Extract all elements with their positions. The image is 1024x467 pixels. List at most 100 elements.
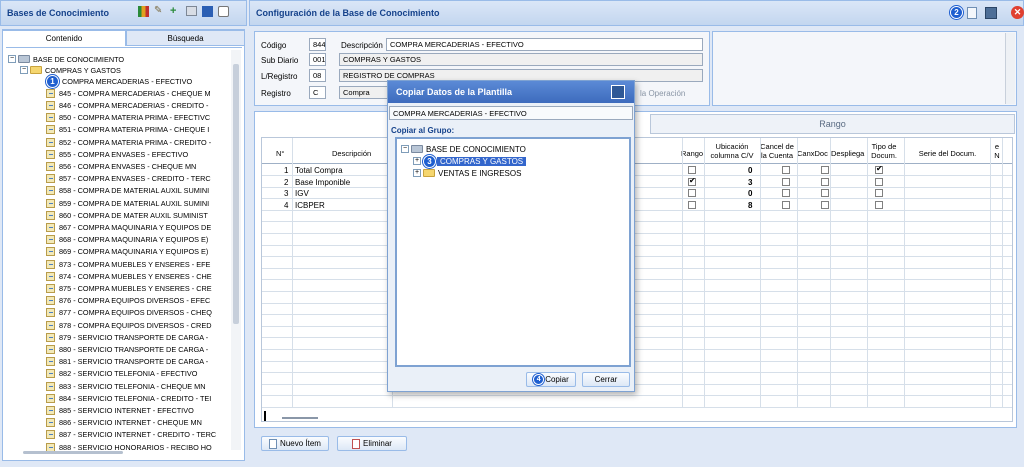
tree-item-label: 884 - SERVICIO TELEFONIA - CREDITO - TEI — [59, 393, 212, 403]
row-number: 3 — [284, 189, 289, 199]
delete-button[interactable]: Eliminar — [337, 436, 407, 451]
cancel-checkbox[interactable] — [782, 189, 790, 198]
dialog-tree-root[interactable]: − BASE DE CONOCIMIENTO — [401, 143, 526, 155]
tree-item[interactable]: 845 - COMPRA MERCADERIAS - CHEQUE M — [46, 87, 211, 99]
tree-item[interactable]: 876 - COMPRA EQUIPOS DIVERSOS - EFEC — [46, 295, 210, 307]
tree-item-label: 878 - COMPRA EQUIPOS DIVERSOS - CRED — [59, 320, 212, 330]
descripcion-field[interactable]: COMPRA MERCADERIAS - EFECTIVO — [386, 38, 703, 51]
tree-item[interactable]: 851 - COMPRA MATERIA PRIMA - CHEQUE I — [46, 124, 209, 136]
tree-item[interactable]: 868 - COMPRA MAQUINARIA Y EQUIPOS E) — [46, 234, 208, 246]
rango-checkbox[interactable] — [688, 166, 696, 174]
print-icon[interactable] — [186, 6, 197, 16]
tree-item[interactable]: 867 - COMPRA MAQUINARIA Y EQUIPOS DE — [46, 221, 211, 233]
collapse-icon[interactable]: − — [401, 145, 409, 153]
tree-item[interactable]: 852 - COMPRA MATERIA PRIMA - CREDITO - — [46, 136, 211, 148]
save-icon[interactable] — [985, 6, 997, 19]
tree-item-label: 857 - COMPRA ENVASES - CREDITO - TERC — [59, 174, 211, 184]
tree-item[interactable]: 860 - COMPRA DE MATER AUXIL SUMINIST — [46, 209, 208, 221]
dialog-tree-group2[interactable]: + VENTAS E INGRESOS — [413, 167, 521, 179]
grid-h-scroll[interactable] — [282, 417, 318, 419]
tree-item[interactable]: 886 - SERVICIO INTERNET - CHEQUE MN — [46, 417, 202, 429]
expand-icon[interactable]: + — [413, 169, 421, 177]
rango-checkbox[interactable] — [688, 200, 696, 209]
data-grid: N° Descripción Rango Ubicación columna C… — [261, 137, 1013, 422]
tree-item[interactable]: 859 - COMPRA DE MATERIAL AUXIL SUMINI — [46, 197, 209, 209]
tree-item-label: 858 - COMPRA DE MATERIAL AUXIL SUMINI — [59, 186, 210, 196]
tree-item-label: 851 - COMPRA MATERIA PRIMA - CHEQUE I — [59, 125, 210, 135]
tree-item[interactable]: 869 - COMPRA MAQUINARIA Y EQUIPOS E) — [46, 246, 208, 258]
tree-item[interactable]: 883 - SERVICIO TELEFONIA - CHEQUE MN — [46, 380, 206, 392]
tree-item[interactable]: 857 - COMPRA ENVASES - CREDITO - TERC — [46, 173, 211, 185]
canxdoc-checkbox[interactable] — [821, 189, 829, 198]
dialog-exit-icon[interactable] — [611, 85, 625, 99]
tree-item[interactable]: 856 - COMPRA ENVASES - CHEQUE MN — [46, 160, 196, 172]
despliega-checkbox[interactable] — [875, 189, 883, 198]
cancel-checkbox[interactable] — [782, 200, 790, 209]
tree-item[interactable]: 882 - SERVICIO TELEFONIA - EFECTIVO — [46, 368, 197, 380]
root-icon — [18, 55, 30, 63]
add-icon[interactable]: + — [170, 6, 181, 17]
expand-icon[interactable] — [202, 6, 213, 17]
close-icon[interactable]: ✕ — [1011, 6, 1024, 19]
tree-item[interactable]: 1 COMPRA MERCADERIAS - EFECTIVO — [46, 74, 192, 88]
tree-item[interactable]: 885 - SERVICIO INTERNET - EFECTIVO — [46, 404, 194, 416]
copy-template-icon[interactable] — [967, 6, 977, 19]
new-item-icon — [269, 438, 278, 449]
scroll-thumb[interactable] — [233, 64, 239, 324]
tree-item[interactable]: 858 - COMPRA DE MATERIAL AUXIL SUMINI — [46, 185, 209, 197]
table-row[interactable]: 4 ICBPER 8 — [262, 200, 1012, 211]
tree-item[interactable]: 887 - SERVICIO INTERNET - CREDITO - TERC — [46, 429, 216, 441]
tree-item[interactable]: 877 - COMPRA EQUIPOS DIVERSOS - CHEQ — [46, 307, 212, 319]
canxdoc-checkbox[interactable] — [821, 177, 829, 186]
step-badge-3: 3 — [423, 154, 436, 168]
edit-icon[interactable]: ✎ — [154, 6, 165, 17]
new-item-button[interactable]: Nuevo Ítem — [261, 436, 329, 451]
row-number: 4 — [284, 200, 289, 210]
table-row[interactable]: 3 IGV 0 — [262, 188, 1012, 199]
copy-button[interactable]: 4 Copiar — [526, 372, 576, 387]
tab-contenido[interactable]: Contenido — [2, 30, 126, 46]
h-scroll-thumb[interactable] — [23, 451, 123, 454]
chart-icon[interactable] — [138, 6, 149, 17]
rango-checkbox[interactable] — [688, 189, 696, 198]
document-icon — [46, 235, 55, 245]
lregistro-field[interactable]: 08 — [309, 69, 326, 82]
tree-item[interactable]: 879 - SERVICIO TRANSPORTE DE CARGA - — [46, 331, 208, 343]
tab-busqueda[interactable]: Búsqueda — [126, 30, 245, 46]
row-ubicacion: 8 — [748, 200, 753, 210]
codigo-field[interactable]: 844 — [309, 38, 326, 51]
table-row[interactable]: 1 Total Compra 0 — [262, 164, 1012, 176]
rango-checkbox[interactable] — [688, 176, 696, 186]
cancel-checkbox[interactable] — [782, 166, 790, 174]
col-descripcion: Descripción — [332, 149, 372, 158]
tree-item[interactable]: 875 - COMPRA MUEBLES Y ENSERES - CRE — [46, 282, 212, 294]
notes-scrollbar[interactable] — [1005, 33, 1015, 104]
tree-item[interactable]: 873 - COMPRA MUEBLES Y ENSERES - EFE — [46, 258, 210, 270]
canxdoc-checkbox[interactable] — [821, 166, 829, 174]
tree-item[interactable]: 855 - COMPRA ENVASES - EFECTIVO — [46, 148, 188, 160]
cancel-checkbox[interactable] — [782, 177, 790, 186]
despliega-checkbox[interactable] — [875, 164, 883, 174]
tree-item[interactable]: 884 - SERVICIO TELEFONIA - CREDITO - TEI — [46, 392, 211, 404]
tree-item[interactable]: 846 - COMPRA MERCADERIAS - CREDITO - — [46, 99, 208, 111]
tree-scrollbar[interactable] — [231, 50, 241, 450]
settings-icon[interactable] — [218, 6, 229, 17]
tree-item[interactable]: 880 - SERVICIO TRANSPORTE DE CARGA - — [46, 343, 208, 355]
step-badge-1: 1 — [46, 74, 59, 88]
collapse-icon[interactable]: − — [20, 66, 28, 74]
table-row[interactable]: 2 Base Imponible 3 — [262, 176, 1012, 188]
collapse-icon[interactable]: − — [8, 55, 16, 63]
close-button[interactable]: Cerrar — [582, 372, 630, 387]
despliega-checkbox[interactable] — [875, 200, 883, 209]
tree-item[interactable]: 850 - COMPRA MATERIA PRIMA - EFECTIVC — [46, 112, 210, 124]
col-serie: Serie del Docum. — [918, 149, 977, 158]
dialog-tree-group1[interactable]: + 3 COMPRAS Y GASTOS — [413, 154, 527, 168]
canxdoc-checkbox[interactable] — [821, 200, 829, 209]
registro-field[interactable]: C — [309, 86, 326, 99]
tree-item[interactable]: 878 - COMPRA EQUIPOS DIVERSOS - CRED — [46, 319, 211, 331]
tree-item[interactable]: 874 - COMPRA MUEBLES Y ENSERES - CHE — [46, 270, 212, 282]
expand-icon[interactable]: + — [413, 157, 421, 165]
tree-item[interactable]: 881 - SERVICIO TRANSPORTE DE CARGA - — [46, 356, 208, 368]
subdiario-field[interactable]: 001 — [309, 53, 326, 66]
despliega-checkbox[interactable] — [875, 177, 883, 186]
